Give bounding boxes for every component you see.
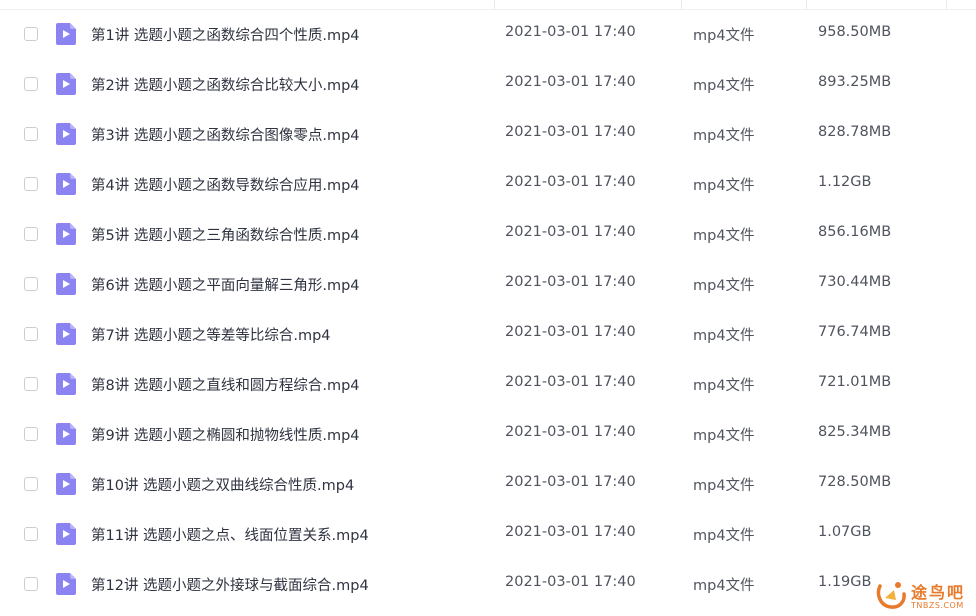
file-type: mp4文件 [693, 328, 755, 344]
file-name[interactable]: 第7讲 选题小题之等差等比综合.mp4 [91, 324, 331, 345]
video-file-icon [56, 123, 76, 145]
file-row[interactable]: 第6讲 选题小题之平面向量解三角形.mp4 2021-03-01 17:40 mp4… [0, 260, 976, 310]
file-size: 856.16MB [818, 224, 892, 240]
file-name[interactable]: 第8讲 选题小题之直线和圆方程综合.mp4 [91, 374, 360, 395]
file-date: 2021-03-01 17:40 [505, 174, 636, 190]
file-date: 2021-03-01 17:40 [505, 474, 636, 490]
file-date: 2021-03-01 17:40 [505, 274, 636, 290]
file-name[interactable]: 第5讲 选题小题之三角函数综合性质.mp4 [91, 224, 360, 245]
row-checkbox[interactable] [24, 127, 38, 141]
file-name[interactable]: 第3讲 选题小题之函数综合图像零点.mp4 [91, 124, 360, 145]
video-file-icon [56, 223, 76, 245]
watermark: 途鸟吧 TNBZS.COM [870, 578, 970, 614]
file-type: mp4文件 [693, 528, 755, 544]
file-name[interactable]: 第2讲 选题小题之函数综合比较大小.mp4 [91, 74, 360, 95]
file-row[interactable]: 第3讲 选题小题之函数综合图像零点.mp4 2021-03-01 17:40 mp4… [0, 110, 976, 160]
file-name[interactable]: 第4讲 选题小题之函数导数综合应用.mp4 [91, 174, 360, 195]
file-size: 721.01MB [818, 374, 892, 390]
column-divider[interactable] [946, 0, 947, 9]
file-type: mp4文件 [693, 378, 755, 394]
file-row[interactable]: 第4讲 选题小题之函数导数综合应用.mp4 2021-03-01 17:40 mp4… [0, 160, 976, 210]
file-type: mp4文件 [693, 78, 755, 94]
file-size: 728.50MB [818, 474, 892, 490]
file-date: 2021-03-01 17:40 [505, 524, 636, 540]
row-checkbox[interactable] [24, 277, 38, 291]
file-size: 730.44MB [818, 274, 892, 290]
row-checkbox[interactable] [24, 577, 38, 591]
file-name[interactable]: 第1讲 选题小题之函数综合四个性质.mp4 [91, 24, 360, 45]
file-type: mp4文件 [693, 128, 755, 144]
file-size: 958.50MB [818, 24, 892, 40]
video-file-icon [56, 73, 76, 95]
column-divider[interactable] [806, 0, 807, 9]
file-row[interactable]: 第2讲 选题小题之函数综合比较大小.mp4 2021-03-01 17:40 mp4… [0, 60, 976, 110]
column-divider[interactable] [681, 0, 682, 9]
row-checkbox[interactable] [24, 527, 38, 541]
file-size: 825.34MB [818, 424, 892, 440]
video-file-icon [56, 373, 76, 395]
file-date: 2021-03-01 17:40 [505, 324, 636, 340]
file-type: mp4文件 [693, 228, 755, 244]
video-file-icon [56, 473, 76, 495]
file-size: 828.78MB [818, 124, 892, 140]
file-name[interactable]: 第6讲 选题小题之平面向量解三角形.mp4 [91, 274, 360, 295]
file-row[interactable]: 第10讲 选题小题之双曲线综合性质.mp4 2021-03-01 17:40 mp4… [0, 460, 976, 510]
watermark-logo-icon [876, 582, 906, 609]
file-date: 2021-03-01 17:40 [505, 74, 636, 90]
file-type: mp4文件 [693, 278, 755, 294]
file-name[interactable]: 第9讲 选题小题之椭圆和抛物线性质.mp4 [91, 424, 360, 445]
row-checkbox[interactable] [24, 327, 38, 341]
video-file-icon [56, 273, 76, 295]
video-file-icon [56, 523, 76, 545]
file-name[interactable]: 第10讲 选题小题之双曲线综合性质.mp4 [91, 474, 354, 495]
column-divider[interactable] [494, 0, 495, 9]
file-row[interactable]: 第7讲 选题小题之等差等比综合.mp4 2021-03-01 17:40 mp4文件… [0, 310, 976, 360]
file-size: 1.12GB [818, 174, 872, 190]
file-row[interactable]: 第8讲 选题小题之直线和圆方程综合.mp4 2021-03-01 17:40 mp4… [0, 360, 976, 410]
file-list: 第1讲 选题小题之函数综合四个性质.mp4 2021-03-01 17:40 mp4… [0, 0, 976, 616]
file-row[interactable]: 第1讲 选题小题之函数综合四个性质.mp4 2021-03-01 17:40 mp4… [0, 10, 976, 60]
video-file-icon [56, 173, 76, 195]
file-row[interactable]: 第12讲 选题小题之外接球与截面综合.mp4 2021-03-01 17:40 mp… [0, 560, 976, 610]
file-size: 1.07GB [818, 524, 872, 540]
file-row[interactable]: 第9讲 选题小题之椭圆和抛物线性质.mp4 2021-03-01 17:40 mp4… [0, 410, 976, 460]
row-checkbox[interactable] [24, 477, 38, 491]
watermark-subtext: TNBZS.COM [911, 601, 964, 610]
video-file-icon [56, 423, 76, 445]
column-header [0, 0, 976, 10]
file-type: mp4文件 [693, 478, 755, 494]
row-checkbox[interactable] [24, 77, 38, 91]
file-row[interactable]: 第11讲 选题小题之点、线面位置关系.mp4 2021-03-01 17:40 mp… [0, 510, 976, 560]
file-type: mp4文件 [693, 578, 755, 594]
file-row[interactable]: 第5讲 选题小题之三角函数综合性质.mp4 2021-03-01 17:40 mp4… [0, 210, 976, 260]
file-name[interactable]: 第11讲 选题小题之点、线面位置关系.mp4 [91, 524, 369, 545]
file-date: 2021-03-01 17:40 [505, 224, 636, 240]
row-checkbox[interactable] [24, 427, 38, 441]
video-file-icon [56, 323, 76, 345]
video-file-icon [56, 23, 76, 45]
watermark-text: 途鸟吧 [911, 583, 966, 602]
file-size: 776.74MB [818, 324, 892, 340]
row-checkbox[interactable] [24, 227, 38, 241]
file-size: 893.25MB [818, 74, 892, 90]
row-checkbox[interactable] [24, 377, 38, 391]
video-file-icon [56, 573, 76, 595]
file-type: mp4文件 [693, 428, 755, 444]
file-type: mp4文件 [693, 28, 755, 44]
file-date: 2021-03-01 17:40 [505, 124, 636, 140]
file-date: 2021-03-01 17:40 [505, 24, 636, 40]
file-name[interactable]: 第12讲 选题小题之外接球与截面综合.mp4 [91, 574, 369, 595]
file-rows: 第1讲 选题小题之函数综合四个性质.mp4 2021-03-01 17:40 mp4… [0, 10, 976, 610]
file-date: 2021-03-01 17:40 [505, 424, 636, 440]
file-type: mp4文件 [693, 178, 755, 194]
file-size: 1.19GB [818, 574, 872, 590]
row-checkbox[interactable] [24, 27, 38, 41]
file-date: 2021-03-01 17:40 [505, 574, 636, 590]
row-checkbox[interactable] [24, 177, 38, 191]
file-date: 2021-03-01 17:40 [505, 374, 636, 390]
